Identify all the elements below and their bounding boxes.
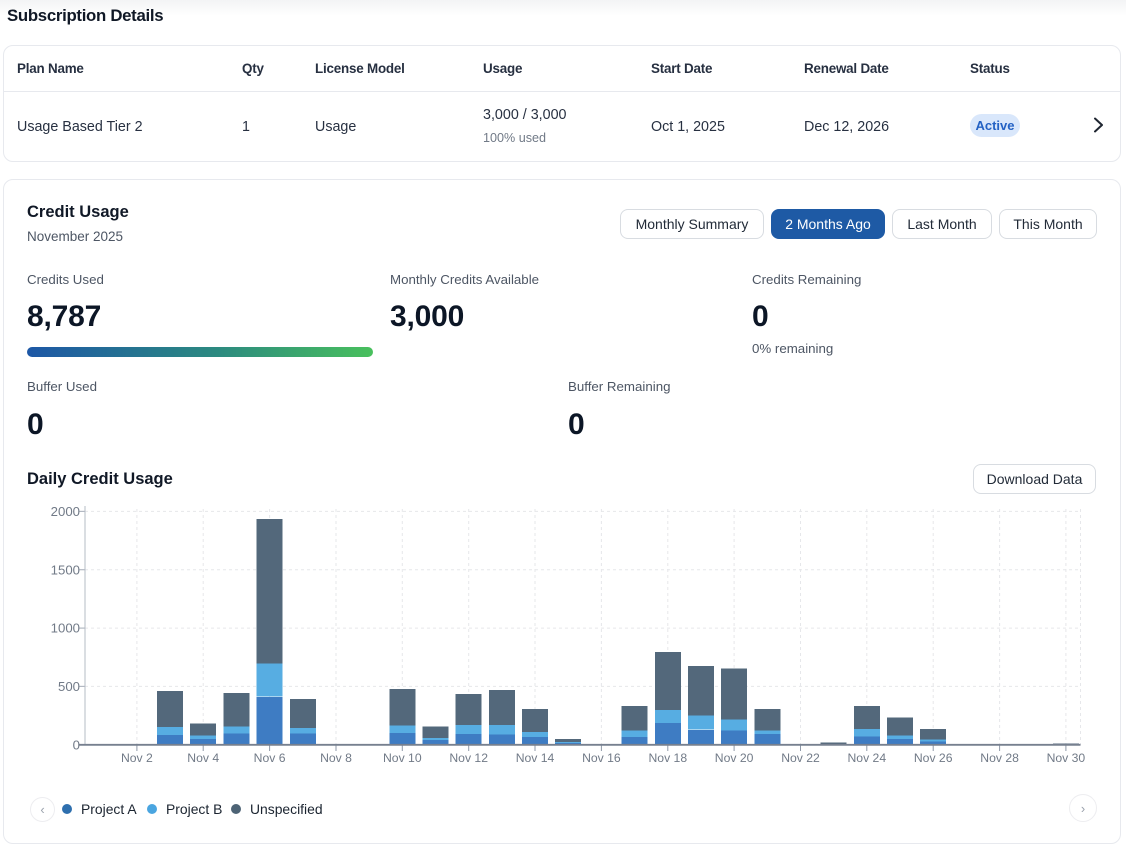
svg-text:Nov 24: Nov 24 <box>847 751 886 765</box>
svg-text:Nov 8: Nov 8 <box>320 751 352 765</box>
svg-text:Nov 10: Nov 10 <box>383 751 422 765</box>
svg-text:Nov 30: Nov 30 <box>1047 751 1086 765</box>
svg-text:Nov 16: Nov 16 <box>582 751 621 765</box>
svg-text:1500: 1500 <box>51 562 80 577</box>
svg-text:Nov 2: Nov 2 <box>121 751 153 765</box>
svg-text:Nov 14: Nov 14 <box>516 751 555 765</box>
svg-text:Nov 22: Nov 22 <box>781 751 820 765</box>
svg-text:Nov 26: Nov 26 <box>914 751 953 765</box>
svg-text:Nov 12: Nov 12 <box>449 751 488 765</box>
svg-text:Nov 20: Nov 20 <box>715 751 754 765</box>
svg-text:2000: 2000 <box>51 504 80 519</box>
svg-text:500: 500 <box>58 679 80 694</box>
svg-text:Nov 6: Nov 6 <box>254 751 286 765</box>
svg-text:Nov 4: Nov 4 <box>187 751 219 765</box>
svg-text:0: 0 <box>73 737 80 752</box>
svg-text:1000: 1000 <box>51 621 80 636</box>
svg-text:Nov 18: Nov 18 <box>648 751 687 765</box>
svg-text:Nov 28: Nov 28 <box>980 751 1019 765</box>
